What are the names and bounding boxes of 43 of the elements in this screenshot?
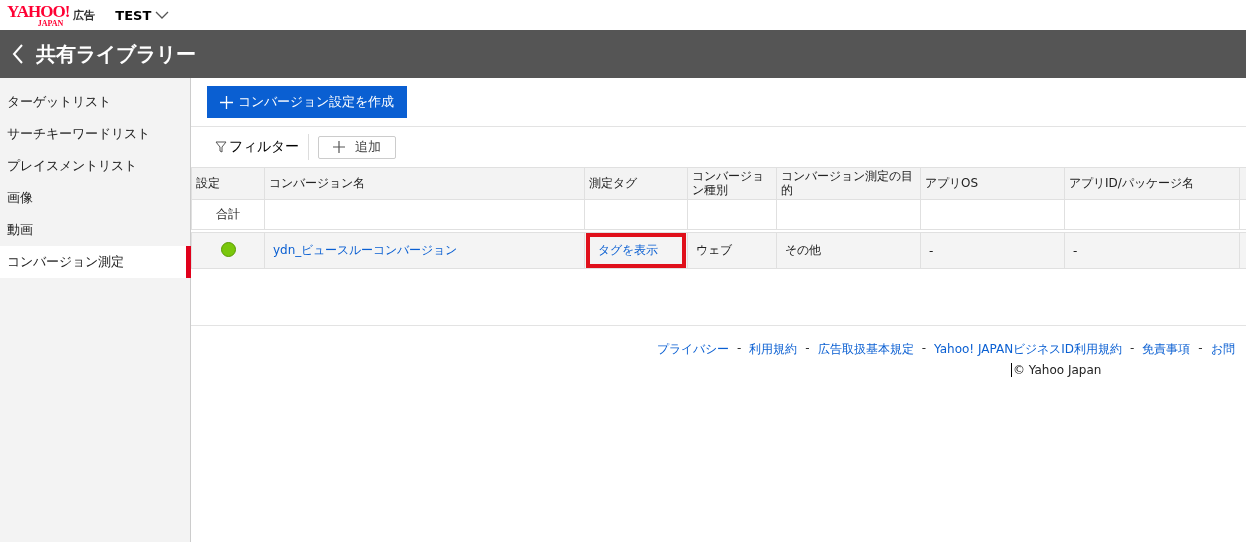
footer-link[interactable]: 利用規約 <box>749 341 798 358</box>
column-header: コンバージョン測定の目的 <box>776 167 921 200</box>
sidebar-item[interactable]: サーチキーワードリスト <box>0 118 190 150</box>
table-cell: その他 <box>776 232 921 269</box>
column-header: コンバージョン名 <box>264 167 585 200</box>
add-button[interactable]: 追加 <box>318 135 396 159</box>
account-dropdown[interactable]: TEST <box>115 7 170 23</box>
column-header: 設定 <box>191 167 265 200</box>
copyright: © Yahoo Japan <box>1011 363 1102 377</box>
footer-link[interactable]: Yahoo! JAPANビジネスID利用規約 <box>934 341 1122 358</box>
separator: - <box>1198 341 1203 357</box>
column-header: アプリOS <box>920 167 1065 200</box>
table-cell: - <box>920 232 1065 269</box>
sidebar-item[interactable]: プレイスメントリスト <box>0 150 190 182</box>
plus-icon <box>220 95 233 109</box>
logo: YAHOO! JAPAN <box>7 2 70 28</box>
column-header: 測定タグ <box>584 167 688 200</box>
column-header: アプリID/パッケージ名 <box>1064 167 1240 200</box>
filter-button[interactable]: フィルター <box>215 134 309 160</box>
sidebar-item[interactable]: 動画 <box>0 214 190 246</box>
sidebar-item[interactable]: 画像 <box>0 182 190 214</box>
separator: - <box>737 341 742 357</box>
separator: - <box>921 341 927 357</box>
back-icon[interactable] <box>12 44 24 64</box>
separator: - <box>1129 341 1135 357</box>
create-button[interactable]: コンバージョン設定を作成 <box>207 86 407 118</box>
table-cell: - <box>1064 232 1240 269</box>
sidebar-item[interactable]: ターゲットリスト <box>0 86 190 118</box>
filter-icon <box>215 141 227 153</box>
footer-link[interactable]: プライバシー <box>657 341 729 358</box>
column-header: コンバージョン種別 <box>687 167 777 200</box>
footer-link[interactable]: お問 <box>1210 341 1235 358</box>
page-title: 共有ライブラリー <box>36 40 196 68</box>
show-tag-link[interactable]: タグを表示 <box>586 233 686 268</box>
footer-link[interactable]: 免責事項 <box>1142 341 1191 358</box>
separator: - <box>805 341 810 357</box>
table-cell: ウェブ <box>687 232 777 269</box>
table-cell: 合計 <box>191 199 265 230</box>
sidebar-item[interactable]: コンバージョン測定 <box>0 246 191 278</box>
footer-link[interactable]: 広告取扱基本規定 <box>817 341 914 358</box>
chevron-down-icon <box>155 10 170 20</box>
plus-icon <box>333 141 345 153</box>
service-label: 広告 <box>73 7 96 23</box>
